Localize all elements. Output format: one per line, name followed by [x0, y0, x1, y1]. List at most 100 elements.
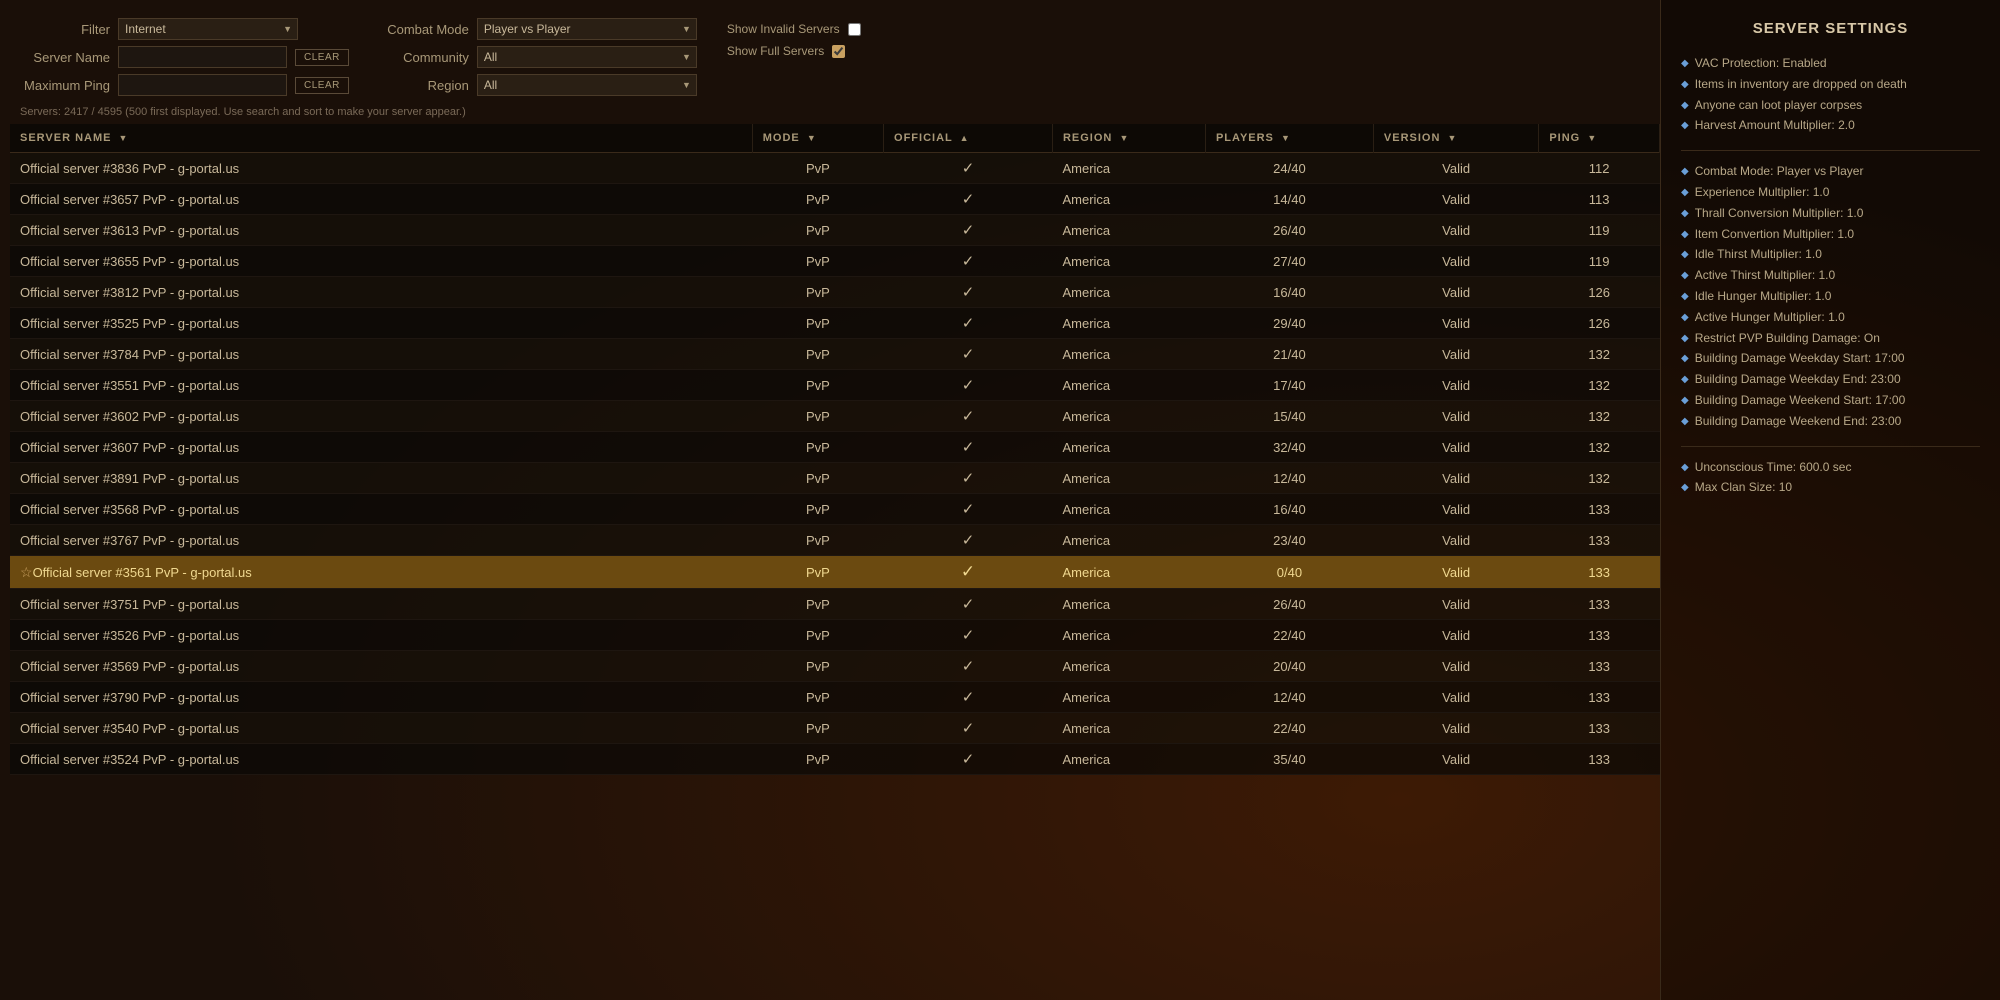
show-invalid-label: Show Invalid Servers: [727, 22, 840, 36]
settings-item-text: Item Convertion Multiplier: 1.0: [1695, 226, 1854, 243]
cell-official: ✓: [884, 432, 1053, 463]
table-row[interactable]: Official server #3655 PvP - g-portal.us …: [10, 246, 1660, 277]
table-row[interactable]: Official server #3551 PvP - g-portal.us …: [10, 370, 1660, 401]
max-ping-input[interactable]: [118, 74, 287, 96]
show-full-checkbox[interactable]: [832, 45, 845, 58]
official-checkmark: ✓: [894, 562, 1043, 582]
cell-server-name: Official server #3526 PvP - g-portal.us: [10, 620, 752, 651]
cell-official: ✓: [884, 246, 1053, 277]
cell-ping: 133: [1539, 556, 1660, 589]
settings-item: ◆Building Damage Weekend End: 23:00: [1681, 411, 1980, 432]
cell-official: ✓: [884, 308, 1053, 339]
th-server-name[interactable]: SERVER NAME ▼: [10, 124, 752, 153]
cell-server-name: ☆Official server #3561 PvP - g-portal.us: [10, 556, 752, 589]
diamond-icon: ◆: [1681, 119, 1689, 133]
table-row[interactable]: Official server #3891 PvP - g-portal.us …: [10, 463, 1660, 494]
community-row: Community All Casual Hardcore RP: [379, 46, 697, 68]
th-region[interactable]: REGION ▼: [1052, 124, 1205, 153]
cell-region: America: [1052, 682, 1205, 713]
cell-version: Valid: [1373, 651, 1538, 682]
cell-official: ✓: [884, 525, 1053, 556]
cell-server-name: Official server #3524 PvP - g-portal.us: [10, 744, 752, 775]
settings-item: ◆Max Clan Size: 10: [1681, 477, 1980, 498]
diamond-icon: ◆: [1681, 57, 1689, 71]
table-row[interactable]: Official server #3613 PvP - g-portal.us …: [10, 215, 1660, 246]
settings-item: ◆Thrall Conversion Multiplier: 1.0: [1681, 203, 1980, 224]
th-mode[interactable]: MODE ▼: [752, 124, 883, 153]
cell-server-name: Official server #3790 PvP - g-portal.us: [10, 682, 752, 713]
table-row[interactable]: Official server #3602 PvP - g-portal.us …: [10, 401, 1660, 432]
cell-players: 26/40: [1205, 589, 1373, 620]
official-checkmark: ✓: [894, 283, 1043, 301]
cell-mode: PvP: [752, 153, 883, 184]
cell-version: Valid: [1373, 494, 1538, 525]
table-row[interactable]: Official server #3790 PvP - g-portal.us …: [10, 682, 1660, 713]
combat-mode-label: Combat Mode: [379, 22, 469, 37]
server-name-row: Server Name CLEAR: [20, 46, 349, 68]
server-table-wrapper[interactable]: SERVER NAME ▼ MODE ▼ OFFICIAL ▲ REGION: [10, 124, 1660, 1000]
diamond-icon: ◆: [1681, 415, 1689, 429]
sort-arrow-name: ▼: [119, 133, 129, 143]
community-select[interactable]: All Casual Hardcore RP: [477, 46, 697, 68]
th-official[interactable]: OFFICIAL ▲: [884, 124, 1053, 153]
table-row[interactable]: Official server #3568 PvP - g-portal.us …: [10, 494, 1660, 525]
cell-server-name: Official server #3525 PvP - g-portal.us: [10, 308, 752, 339]
region-select[interactable]: All America Europe Asia Oceania: [477, 74, 697, 96]
cell-mode: PvP: [752, 184, 883, 215]
table-row[interactable]: Official server #3607 PvP - g-portal.us …: [10, 432, 1660, 463]
diamond-icon: ◆: [1681, 373, 1689, 387]
max-ping-clear-button[interactable]: CLEAR: [295, 77, 349, 94]
cell-region: America: [1052, 744, 1205, 775]
table-row[interactable]: Official server #3836 PvP - g-portal.us …: [10, 153, 1660, 184]
settings-item-text: Building Damage Weekday End: 23:00: [1695, 371, 1901, 388]
filter-select[interactable]: Internet LAN Friends History Favorites: [118, 18, 298, 40]
combat-mode-select[interactable]: Player vs Player Player vs Environment A…: [477, 18, 697, 40]
cell-region: America: [1052, 463, 1205, 494]
cell-ping: 133: [1539, 620, 1660, 651]
diamond-icon: ◆: [1681, 99, 1689, 113]
settings-item: ◆Item Convertion Multiplier: 1.0: [1681, 224, 1980, 245]
th-ping[interactable]: PING ▼: [1539, 124, 1660, 153]
th-players[interactable]: PLAYERS ▼: [1205, 124, 1373, 153]
cell-official: ✓: [884, 153, 1053, 184]
table-row[interactable]: ☆Official server #3561 PvP - g-portal.us…: [10, 556, 1660, 589]
cell-official: ✓: [884, 277, 1053, 308]
th-version[interactable]: VERSION ▼: [1373, 124, 1538, 153]
cell-ping: 133: [1539, 589, 1660, 620]
cell-players: 16/40: [1205, 277, 1373, 308]
show-invalid-checkbox[interactable]: [848, 23, 861, 36]
official-checkmark: ✓: [894, 221, 1043, 239]
max-ping-label: Maximum Ping: [20, 78, 110, 93]
table-row[interactable]: Official server #3657 PvP - g-portal.us …: [10, 184, 1660, 215]
cell-server-name: Official server #3751 PvP - g-portal.us: [10, 589, 752, 620]
table-row[interactable]: Official server #3540 PvP - g-portal.us …: [10, 713, 1660, 744]
sort-arrow-mode: ▼: [807, 133, 817, 143]
cell-server-name: Official server #3812 PvP - g-portal.us: [10, 277, 752, 308]
region-row: Region All America Europe Asia Oceania: [379, 74, 697, 96]
table-row[interactable]: Official server #3767 PvP - g-portal.us …: [10, 525, 1660, 556]
server-tbody: Official server #3836 PvP - g-portal.us …: [10, 153, 1660, 775]
cell-ping: 119: [1539, 246, 1660, 277]
official-checkmark: ✓: [894, 595, 1043, 613]
cell-players: 17/40: [1205, 370, 1373, 401]
table-row[interactable]: Official server #3526 PvP - g-portal.us …: [10, 620, 1660, 651]
cell-version: Valid: [1373, 246, 1538, 277]
table-row[interactable]: Official server #3812 PvP - g-portal.us …: [10, 277, 1660, 308]
table-row[interactable]: Official server #3784 PvP - g-portal.us …: [10, 339, 1660, 370]
table-row[interactable]: Official server #3525 PvP - g-portal.us …: [10, 308, 1660, 339]
diamond-icon: ◆: [1681, 186, 1689, 200]
table-row[interactable]: Official server #3751 PvP - g-portal.us …: [10, 589, 1660, 620]
table-header: SERVER NAME ▼ MODE ▼ OFFICIAL ▲ REGION: [10, 124, 1660, 153]
diamond-icon: ◆: [1681, 311, 1689, 325]
cell-players: 27/40: [1205, 246, 1373, 277]
combat-mode-select-wrapper: Player vs Player Player vs Environment A…: [477, 18, 697, 40]
table-row[interactable]: Official server #3569 PvP - g-portal.us …: [10, 651, 1660, 682]
cell-ping: 132: [1539, 401, 1660, 432]
server-name-clear-button[interactable]: CLEAR: [295, 49, 349, 66]
settings-section-2: ◆Combat Mode: Player vs Player◆Experienc…: [1681, 161, 1980, 431]
left-panel: Filter Internet LAN Friends History Favo…: [0, 0, 1660, 1000]
server-name-input[interactable]: [118, 46, 287, 68]
settings-divider-1: [1681, 150, 1980, 151]
settings-item: ◆Items in inventory are dropped on death: [1681, 74, 1980, 95]
table-row[interactable]: Official server #3524 PvP - g-portal.us …: [10, 744, 1660, 775]
